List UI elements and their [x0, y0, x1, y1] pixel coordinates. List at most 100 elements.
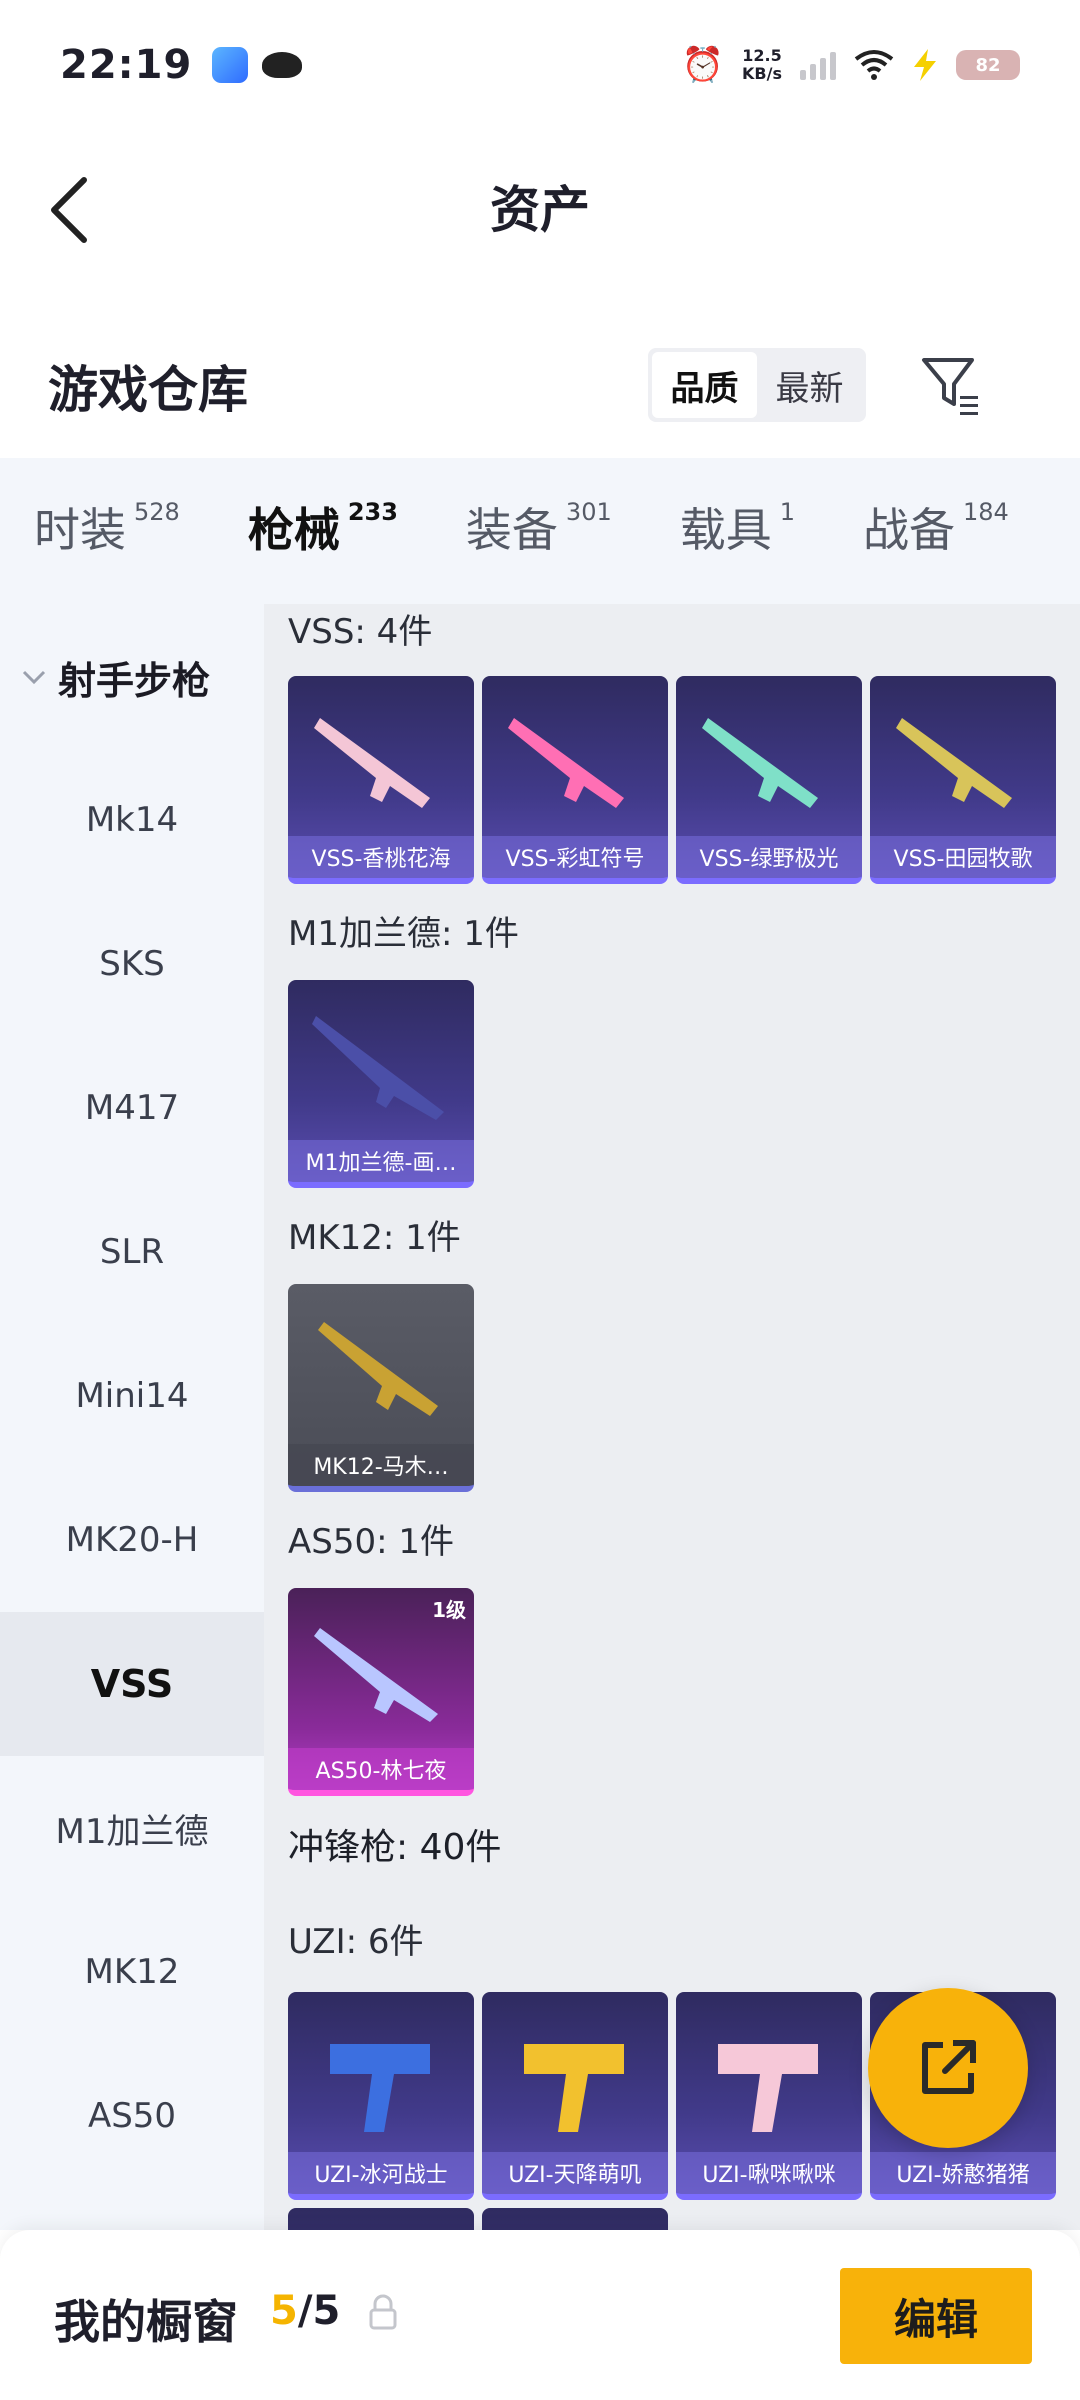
sidebar-item-mini14[interactable]: Mini14: [0, 1324, 264, 1468]
sidebar-item-m417[interactable]: M417: [0, 1036, 264, 1180]
rifle-icon: [312, 1016, 444, 1120]
card-name: UZI-冰河战士: [288, 2152, 474, 2194]
card-name: AS50-林七夜: [288, 1748, 474, 1790]
share-button[interactable]: [868, 1988, 1028, 2148]
tab-vehicles[interactable]: 载具 1: [680, 494, 795, 560]
skin-card[interactable]: VSS-彩虹符号: [482, 676, 668, 884]
sort-toggle: 品质 最新: [648, 348, 866, 422]
tab-label: 时装: [34, 503, 126, 557]
smg-icon: [524, 2044, 624, 2132]
card-name: M1加兰德-画…: [288, 1140, 474, 1182]
sidebar-item-m1-garand[interactable]: M1加兰德: [0, 1756, 264, 1900]
showcase-count: 5/5: [270, 2288, 340, 2334]
tab-label: 战备: [863, 503, 956, 557]
card-name: VSS-彩虹符号: [482, 836, 668, 878]
sidebar-group-label: 射手步枪: [58, 659, 211, 703]
tab-equipment[interactable]: 装备 301: [466, 494, 612, 560]
category-tabs: 时装 528 枪械 233 装备 301 载具 1 战备 184: [0, 458, 1080, 612]
chevron-down-icon: [22, 670, 46, 684]
tab-firearms[interactable]: 枪械 233: [247, 494, 398, 612]
tab-label: 装备: [465, 503, 558, 557]
sort-newest-button[interactable]: 最新: [757, 352, 862, 418]
assets-page: 22:19 ⏰ 12.5 KB/s 82 资产 游戏仓库 品质 最新 时装 52…: [0, 0, 1080, 2400]
showcase-bar: 我的橱窗 5/5 编辑: [0, 2230, 1080, 2400]
card-name: VSS-香桃花海: [288, 836, 474, 878]
tab-fashion[interactable]: 时装 528: [34, 494, 180, 560]
tab-supplies[interactable]: 战备 184: [863, 494, 1009, 560]
skin-card[interactable]: [482, 2208, 668, 2230]
skin-card[interactable]: UZI-啾咪啾咪: [676, 1992, 862, 2200]
game-notification-icon: [262, 52, 303, 78]
tab-count: 528: [134, 498, 180, 526]
signal-icon: [800, 50, 836, 80]
rifle-icon: [702, 718, 818, 808]
showcase-count-current: 5: [270, 2288, 298, 2334]
tab-count: 1: [779, 498, 796, 526]
rifle-icon: [314, 1628, 438, 1722]
card-name: UZI-娇憨猪猪: [870, 2152, 1056, 2194]
status-icons: ⏰ 12.5 KB/s 82: [682, 47, 1020, 83]
section-title-as50: AS50: 1件: [288, 1522, 454, 1562]
section-title-mk12: MK12: 1件: [288, 1218, 461, 1258]
battery-indicator: 82: [956, 50, 1020, 80]
edit-button[interactable]: 编辑: [840, 2268, 1032, 2364]
skin-card[interactable]: [288, 2208, 474, 2230]
rifle-icon: [508, 718, 624, 808]
skin-card[interactable]: MK12-马木…: [288, 1284, 474, 1492]
skin-card[interactable]: UZI-冰河战士: [288, 1992, 474, 2200]
nav-bar: 资产: [0, 130, 1080, 280]
skin-card[interactable]: 1级 AS50-林七夜: [288, 1588, 474, 1796]
tab-count: 184: [963, 498, 1009, 526]
network-speed-value: 12.5: [742, 46, 782, 65]
rifle-icon: [896, 718, 1012, 808]
rifle-icon: [318, 1322, 438, 1416]
tab-label: 枪械: [247, 503, 340, 557]
section-title-uzi: UZI: 6件: [288, 1922, 424, 1962]
weapon-sidebar: 射手步枪 Mk14 SKS M417 SLR Mini14 MK20-H VSS…: [0, 604, 264, 2230]
section-title-m1-garand: M1加兰德: 1件: [288, 914, 519, 954]
app-notification-icon: [212, 47, 249, 83]
network-speed-unit: KB/s: [742, 64, 782, 83]
sort-quality-button[interactable]: 品质: [652, 352, 757, 418]
card-name: VSS-绿野极光: [676, 836, 862, 878]
sidebar-item-sks[interactable]: SKS: [0, 892, 264, 1036]
skin-card[interactable]: M1加兰德-画…: [288, 980, 474, 1188]
card-name: UZI-啾咪啾咪: [676, 2152, 862, 2194]
alarm-icon: ⏰: [681, 45, 725, 85]
sidebar-item-vss[interactable]: VSS: [0, 1612, 264, 1756]
showcase-label: 我的橱窗: [54, 2295, 238, 2349]
sidebar-item-slr[interactable]: SLR: [0, 1180, 264, 1324]
sidebar-group-marksman[interactable]: 射手步枪: [20, 650, 210, 705]
tab-count: 233: [347, 498, 398, 526]
weapon-list: VSS: 4件 VSS-香桃花海 VSS-彩虹符号 VSS-绿野极光 VSS-田…: [264, 604, 1080, 2230]
share-icon: [922, 2040, 976, 2094]
network-speed: 12.5 KB/s: [742, 47, 782, 83]
smg-icon: [330, 2044, 430, 2132]
tab-label: 载具: [679, 503, 772, 557]
charging-icon: [914, 49, 936, 81]
sidebar-item-mk14[interactable]: Mk14: [0, 748, 264, 892]
warehouse-header: 游戏仓库 品质 最新: [0, 330, 1080, 450]
showcase-count-separator: /: [297, 2288, 313, 2334]
wifi-icon: [854, 50, 894, 80]
skin-card[interactable]: VSS-田园牧歌: [870, 676, 1056, 884]
smg-icon: [718, 2044, 818, 2132]
section-title-smg: 冲锋枪: 40件: [288, 1827, 502, 1868]
card-name: MK12-马木…: [288, 1444, 474, 1486]
rifle-icon: [314, 718, 430, 808]
sidebar-item-mk12[interactable]: MK12: [0, 1900, 264, 2044]
status-time: 22:19: [60, 42, 193, 88]
showcase-count-total: 5: [312, 2288, 341, 2334]
card-name: UZI-天降萌叽: [482, 2152, 668, 2194]
lock-icon: [369, 2294, 397, 2330]
sidebar-item-mk20h[interactable]: MK20-H: [0, 1468, 264, 1612]
sidebar-item-as50[interactable]: AS50: [0, 2044, 264, 2188]
page-title: 资产: [490, 181, 590, 239]
filter-icon[interactable]: [920, 354, 984, 418]
skin-card[interactable]: VSS-绿野极光: [676, 676, 862, 884]
card-name: VSS-田园牧歌: [870, 836, 1056, 878]
skin-card[interactable]: UZI-天降萌叽: [482, 1992, 668, 2200]
warehouse-title: 游戏仓库: [48, 361, 248, 419]
skin-card[interactable]: VSS-香桃花海: [288, 676, 474, 884]
status-bar: 22:19 ⏰ 12.5 KB/s 82: [0, 0, 1080, 130]
